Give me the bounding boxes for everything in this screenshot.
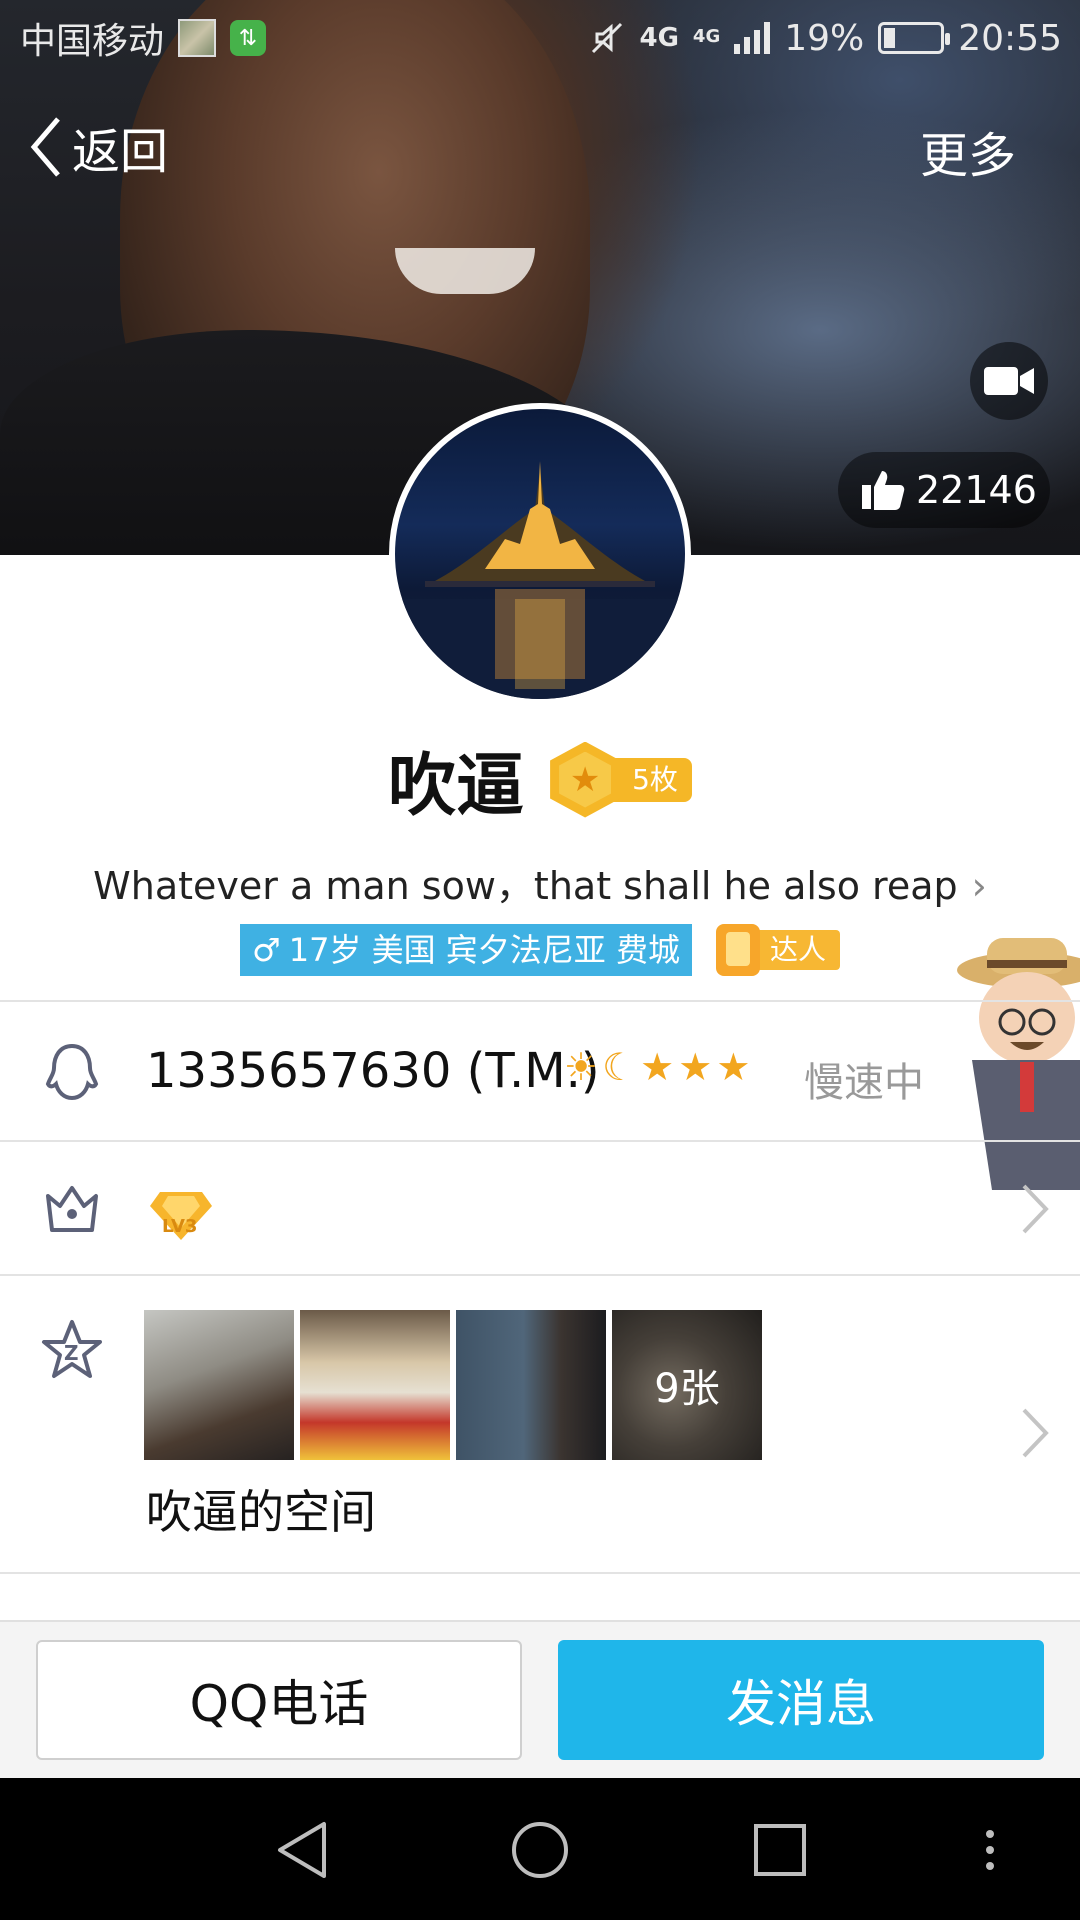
- nav-home-icon[interactable]: [510, 1820, 570, 1880]
- system-navigation-bar: [0, 1778, 1080, 1920]
- carrier-label: 中国移动: [20, 21, 165, 62]
- medal-badge[interactable]: ★ 5枚: [550, 741, 692, 818]
- video-call-button[interactable]: [970, 342, 1048, 420]
- qq-number: 1335657630 (T.M.): [146, 1043, 600, 1099]
- qzone-label: 吹逼的空间: [146, 1485, 376, 1539]
- qq-penguin-icon: [45, 1043, 99, 1101]
- more-button[interactable]: 更多: [920, 116, 1016, 186]
- photo-count: 9张: [612, 1310, 762, 1460]
- network-type-1: 4G: [639, 23, 679, 53]
- qzone-photo[interactable]: [300, 1310, 450, 1460]
- qq-call-button[interactable]: QQ电话: [36, 1640, 522, 1760]
- chevron-right-icon: ›: [971, 864, 987, 908]
- battery-percent: 19%: [784, 17, 865, 59]
- basic-info-text: 17岁 美国 宾夕法尼亚 费城: [288, 931, 680, 969]
- profile-name: 吹逼: [388, 747, 525, 826]
- chevron-right-icon: [1022, 1408, 1049, 1458]
- network-type-2: 4G: [692, 25, 721, 47]
- divider: [0, 1572, 1080, 1574]
- daren-badge[interactable]: 达人: [715, 924, 840, 976]
- star-icon: ★: [640, 1045, 675, 1089]
- crown-icon: [46, 1186, 98, 1232]
- daren-label: 达人: [755, 930, 840, 970]
- star-icon: ★: [678, 1045, 713, 1089]
- profile-name-row: 吹逼 ★ 5枚: [0, 730, 1080, 829]
- app-notification-icon: ⇅: [230, 20, 267, 56]
- video-camera-icon: [984, 367, 1034, 395]
- signature-motto[interactable]: Whatever a man sow，that shall he also re…: [0, 855, 1080, 910]
- medal-star-icon: ★: [550, 741, 621, 818]
- send-message-button[interactable]: 发消息: [558, 1640, 1044, 1760]
- avatar[interactable]: [389, 403, 691, 705]
- signal-strength-icon: [734, 22, 771, 54]
- like-button[interactable]: 22146: [838, 452, 1050, 528]
- thumbs-up-icon: [862, 471, 905, 510]
- basic-info-tag: ♂ 17岁 美国 宾夕法尼亚 费城: [240, 924, 692, 976]
- qzone-photo[interactable]: [144, 1310, 294, 1460]
- qzone-photos: 9张: [144, 1310, 762, 1460]
- motto-text: Whatever a man sow，that shall he also re…: [93, 864, 958, 908]
- vip-level-badge: LV3: [148, 1188, 214, 1244]
- nav-menu-icon[interactable]: [982, 1828, 998, 1872]
- nav-back-icon[interactable]: [274, 1820, 330, 1880]
- profile-tags: ♂ 17岁 美国 宾夕法尼亚 费城 达人: [0, 924, 1080, 976]
- notification-thumbnail-icon: [178, 19, 217, 57]
- svg-text:Z: Z: [64, 1341, 79, 1365]
- chevron-right-icon: [1022, 1184, 1049, 1234]
- qq-level-icons: ☀ ☾ ★ ★ ★: [564, 1045, 750, 1089]
- back-button[interactable]: 返回: [28, 112, 168, 182]
- moon-icon: ☾: [602, 1045, 637, 1089]
- speed-status: 慢速中: [804, 1060, 924, 1106]
- battery-icon: [878, 22, 951, 54]
- qzone-photo[interactable]: 9张: [612, 1310, 762, 1460]
- sun-icon: ☀: [564, 1045, 599, 1089]
- status-bar: 中国移动 ⇅ 4G 4G 19% 20:55: [0, 0, 1080, 76]
- mute-icon: [592, 22, 623, 54]
- male-icon: ♂: [252, 931, 281, 969]
- qzone-photo[interactable]: [456, 1310, 606, 1460]
- vip-level-text: LV3: [162, 1216, 198, 1237]
- like-count: 22146: [916, 468, 1037, 512]
- star-icon: ★: [716, 1045, 751, 1089]
- medal-count: 5枚: [610, 757, 692, 802]
- chevron-left-icon: [30, 117, 60, 177]
- castle-island-image: [395, 461, 685, 699]
- nav-recents-icon[interactable]: [752, 1822, 808, 1878]
- action-bar: QQ电话 发消息: [0, 1620, 1080, 1778]
- qzone-star-icon: Z: [42, 1320, 102, 1378]
- clock: 20:55: [958, 17, 1062, 59]
- winged-phone-icon: [715, 924, 760, 976]
- back-label: 返回: [72, 124, 169, 180]
